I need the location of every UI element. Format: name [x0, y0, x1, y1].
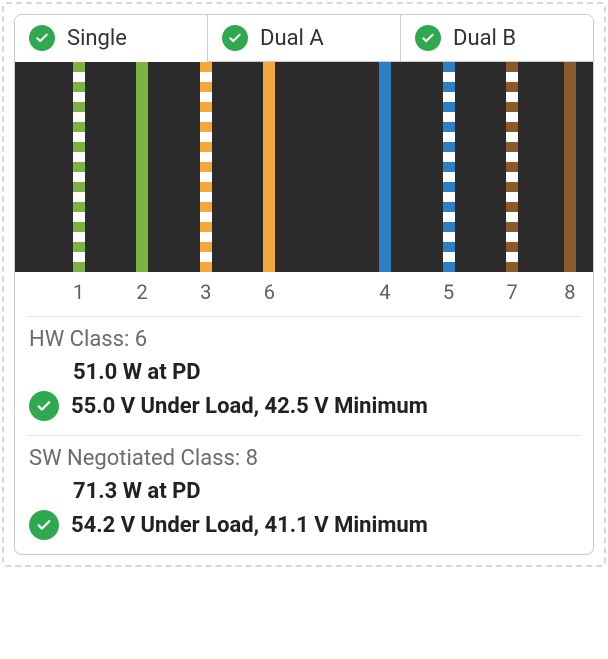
axis-label: 8	[564, 280, 575, 304]
hw-voltage-value: 55.0 V Under Load, 42.5 V Minimum	[71, 394, 428, 419]
wire-axis-labels: 1 2 3 6 4 5 7 8	[15, 272, 593, 316]
sw-class-title: SW Negotiated Class: 8	[29, 446, 579, 471]
hw-voltage-row: 55.0 V Under Load, 42.5 V Minimum	[29, 391, 579, 421]
tab-label: Dual A	[260, 26, 324, 51]
dashed-frame: Single Dual A Dual B 1 2 3 6 4 5 7 8 HW Class: 6 …	[2, 2, 606, 567]
wire-pin-8	[564, 62, 576, 272]
axis-label: 2	[137, 280, 148, 304]
tab-dual-b[interactable]: Dual B	[401, 15, 593, 62]
axis-label: 3	[200, 280, 211, 304]
poe-panel: Single Dual A Dual B 1 2 3 6 4 5 7 8 HW Class: 6 …	[14, 14, 594, 555]
wire-pin-7	[506, 62, 518, 272]
check-icon	[415, 25, 441, 51]
hw-class-section: HW Class: 6 51.0 W at PD 55.0 V Under Lo…	[15, 317, 593, 435]
wire-diagram	[15, 62, 593, 272]
axis-label: 4	[379, 280, 390, 304]
check-icon	[29, 391, 59, 421]
tab-label: Dual B	[453, 26, 516, 51]
tab-single[interactable]: Single	[15, 15, 208, 62]
check-icon	[29, 25, 55, 51]
sw-voltage-value: 54.2 V Under Load, 41.1 V Minimum	[71, 513, 428, 538]
axis-label: 5	[443, 280, 454, 304]
hw-class-title: HW Class: 6	[29, 327, 579, 352]
wire-pin-5	[443, 62, 455, 272]
axis-label: 6	[264, 280, 275, 304]
sw-power-value: 71.3 W at PD	[29, 479, 579, 504]
sw-class-section: SW Negotiated Class: 8 71.3 W at PD 54.2…	[15, 436, 593, 554]
hw-power-value: 51.0 W at PD	[29, 360, 579, 385]
sw-voltage-row: 54.2 V Under Load, 41.1 V Minimum	[29, 510, 579, 540]
tab-bar: Single Dual A Dual B	[15, 15, 593, 62]
wire-pin-4	[379, 62, 391, 272]
axis-label: 7	[506, 280, 517, 304]
tab-dual-a[interactable]: Dual A	[208, 15, 401, 62]
check-icon	[222, 25, 248, 51]
wire-pin-1	[73, 62, 85, 272]
axis-label: 1	[73, 280, 84, 304]
tab-label: Single	[67, 26, 127, 51]
wire-pin-6	[263, 62, 275, 272]
wire-pin-2	[136, 62, 148, 272]
check-icon	[29, 510, 59, 540]
wire-pin-3	[200, 62, 212, 272]
